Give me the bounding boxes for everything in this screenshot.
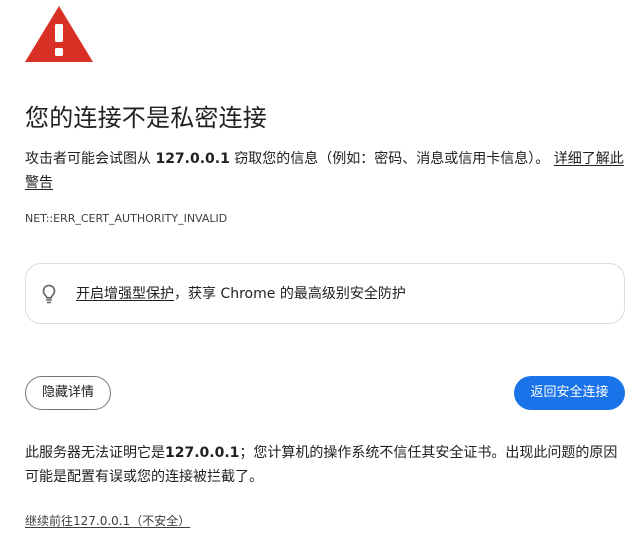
details-host: 127.0.0.1 bbox=[165, 445, 240, 461]
description-suffix: 窃取您的信息（例如：密码、消息或信用卡信息）。 bbox=[229, 151, 550, 167]
interstitial-page: 您的连接不是私密连接 攻击者可能会试图从 127.0.0.1 窃取您的信息（例如… bbox=[0, 0, 640, 544]
proceed-unsafe-link[interactable]: 继续前往127.0.0.1（不安全） bbox=[25, 512, 190, 530]
details-prefix: 此服务器无法证明它是 bbox=[25, 445, 165, 461]
details-text: 此服务器无法证明它是127.0.0.1；您计算机的操作系统不信任其安全证书。出现… bbox=[25, 441, 625, 489]
description-host: 127.0.0.1 bbox=[155, 151, 230, 167]
error-code: NET::ERR_CERT_AUTHORITY_INVALID bbox=[25, 212, 228, 225]
page-title: 您的连接不是私密连接 bbox=[25, 104, 267, 132]
enhanced-protection-text: 开启增强型保护，获享 Chrome 的最高级别安全防护 bbox=[76, 283, 406, 305]
back-to-safety-button[interactable]: 返回安全连接 bbox=[514, 376, 625, 410]
enhanced-protection-rest: ，获享 Chrome 的最高级别安全防护 bbox=[174, 286, 406, 302]
enhanced-protection-banner: 开启增强型保护，获享 Chrome 的最高级别安全防护 bbox=[25, 263, 625, 324]
warning-triangle-icon bbox=[25, 6, 93, 62]
warning-description: 攻击者可能会试图从 127.0.0.1 窃取您的信息（例如：密码、消息或信用卡信… bbox=[25, 147, 625, 195]
enhanced-protection-link[interactable]: 开启增强型保护 bbox=[76, 286, 174, 302]
description-prefix: 攻击者可能会试图从 bbox=[25, 151, 156, 167]
hide-details-button[interactable]: 隐藏详情 bbox=[25, 376, 111, 410]
lightbulb-icon bbox=[42, 284, 56, 304]
